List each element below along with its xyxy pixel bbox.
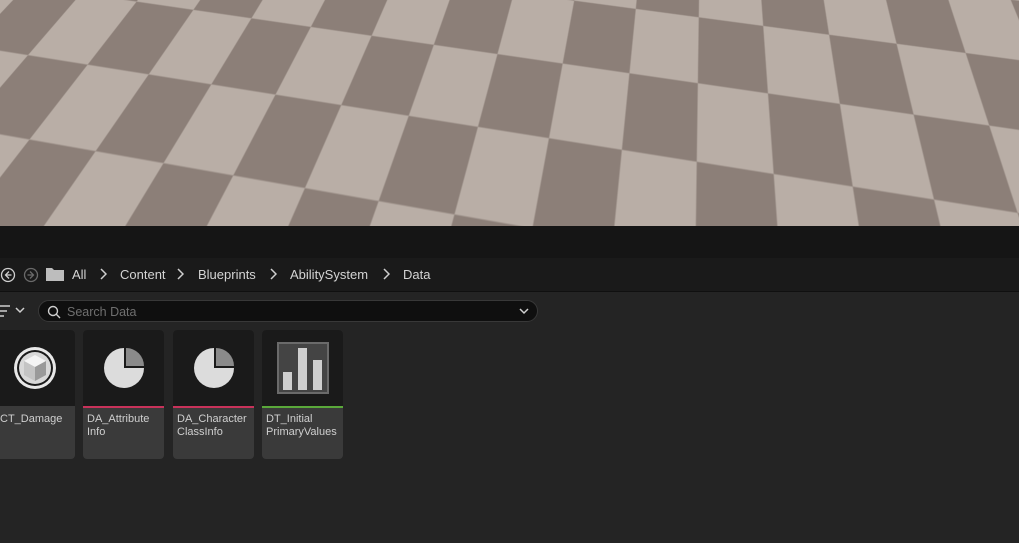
close-icon bbox=[874, 50, 886, 62]
breadcrumb-data[interactable]: Data bbox=[403, 267, 430, 282]
help-button[interactable]: ? bbox=[0, 109, 28, 153]
chevron-down-icon[interactable] bbox=[519, 306, 529, 316]
asset-name-line2: Info bbox=[87, 426, 106, 438]
breadcrumb-content[interactable]: Content bbox=[120, 267, 166, 282]
path-bar: All Content Blueprints AbilitySystem Dat… bbox=[0, 258, 1019, 292]
chevron-right-icon[interactable] bbox=[382, 268, 390, 280]
search-box[interactable] bbox=[38, 300, 538, 322]
help-icon: ? bbox=[3, 123, 19, 139]
asset-name-line1: DA_Character bbox=[177, 413, 247, 425]
help-button[interactable]: ? bbox=[0, 161, 28, 205]
asset-name: DA_Attribute Info bbox=[87, 413, 163, 439]
viewport-left-toolbar: ? ? ? ? bbox=[0, 0, 42, 226]
filter-icon[interactable] bbox=[0, 302, 30, 320]
asset-name-line2: PrimaryValues bbox=[266, 426, 337, 438]
asset-type-strip bbox=[173, 406, 254, 408]
curve-table-options-dialog: Curve Table Options Choose Curve Interpo… bbox=[507, 37, 900, 223]
cancel-button[interactable]: Cancel bbox=[810, 183, 882, 205]
interpolation-type-dropdown[interactable]: Constant bbox=[526, 113, 882, 135]
breadcrumb-all[interactable]: All bbox=[72, 267, 86, 282]
help-button[interactable]: ? bbox=[0, 57, 28, 101]
curve-table-cube-icon bbox=[13, 347, 56, 389]
content-browser: All Content Blueprints AbilitySystem Dat… bbox=[0, 258, 1019, 543]
folder-icon bbox=[46, 268, 64, 281]
asset-thumbnail bbox=[262, 330, 343, 406]
asset-thumbnail bbox=[0, 330, 75, 406]
asset-tile-da-character-classinfo[interactable]: DA_Character ClassInfo bbox=[173, 330, 254, 459]
asset-type-strip bbox=[83, 406, 164, 408]
panel-splitter[interactable] bbox=[0, 226, 1019, 258]
asset-type-strip bbox=[262, 406, 343, 408]
asset-name: DA_Character ClassInfo bbox=[177, 413, 253, 439]
data-table-bars-icon bbox=[276, 342, 329, 394]
asset-tile-ct-damage[interactable]: CT_Damage bbox=[0, 330, 75, 459]
asset-name: DT_Initial PrimaryValues bbox=[266, 413, 342, 439]
asset-type-strip bbox=[0, 406, 75, 408]
chevron-right-icon[interactable] bbox=[99, 268, 107, 280]
asset-tile-dt-initial-primaryvalues[interactable]: DT_Initial PrimaryValues bbox=[262, 330, 343, 459]
help-button[interactable]: ? bbox=[0, 5, 28, 49]
dialog-title-bar[interactable]: Curve Table Options bbox=[508, 38, 899, 74]
help-icon: ? bbox=[3, 175, 19, 191]
data-asset-pie-icon bbox=[193, 348, 234, 388]
interpolation-type-value: Constant bbox=[535, 118, 586, 132]
breadcrumb-blueprints[interactable]: Blueprints bbox=[198, 267, 256, 282]
asset-tile-da-attribute-info[interactable]: DA_Attribute Info bbox=[83, 330, 164, 459]
chevron-right-icon[interactable] bbox=[269, 268, 277, 280]
asset-thumbnail bbox=[83, 330, 164, 406]
breadcrumb-abilitysystem[interactable]: AbilitySystem bbox=[290, 267, 368, 282]
help-icon: ? bbox=[3, 19, 19, 35]
forward-arrow-icon[interactable] bbox=[23, 267, 39, 283]
interpolation-type-label: Choose Curve Interpolation Type: bbox=[526, 90, 712, 104]
search-icon bbox=[47, 305, 61, 319]
asset-name-line1: DA_Attribute bbox=[87, 413, 150, 425]
axis-gizmo-icon: Z bbox=[75, 175, 106, 197]
browser-toolbar bbox=[0, 292, 1019, 328]
asset-name: CT_Damage bbox=[0, 413, 63, 425]
help-icon: ? bbox=[3, 71, 19, 87]
small-prop-mesh[interactable] bbox=[588, 0, 620, 12]
back-arrow-icon[interactable] bbox=[0, 267, 16, 283]
chevron-down-icon bbox=[861, 121, 871, 128]
data-asset-pie-icon bbox=[103, 348, 144, 388]
asset-name-line1: DT_Initial bbox=[266, 413, 313, 425]
create-curve-table-button[interactable]: Create Curve Table bbox=[653, 183, 795, 205]
asset-thumbnail bbox=[173, 330, 254, 406]
axis-z-label: Z bbox=[78, 175, 84, 185]
statue-mesh[interactable] bbox=[268, 0, 398, 85]
close-button[interactable] bbox=[871, 47, 889, 65]
dialog-title: Curve Table Options bbox=[644, 49, 763, 64]
asset-name-line2: ClassInfo bbox=[177, 426, 223, 438]
chevron-right-icon[interactable] bbox=[176, 268, 184, 280]
search-input[interactable] bbox=[67, 304, 497, 320]
